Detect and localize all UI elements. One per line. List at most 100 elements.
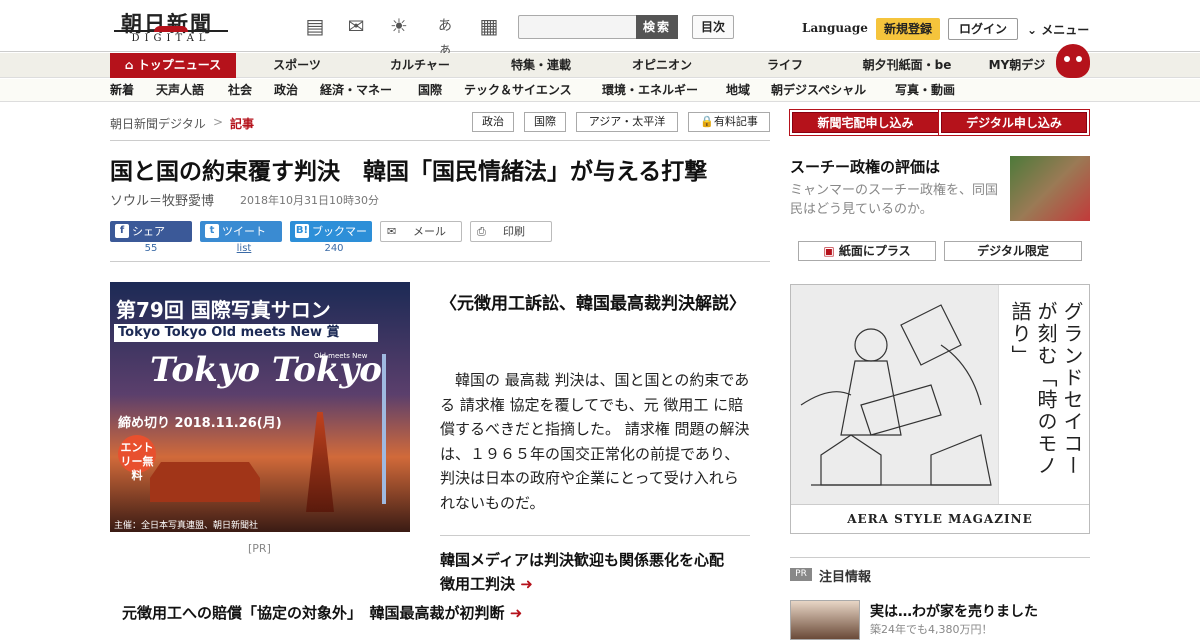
nav-top-news[interactable]: ⌂ トップニュース xyxy=(110,53,236,78)
article-subhead: 〈元徴用工訴訟、韓国最高裁判決解説〉 xyxy=(440,294,746,314)
home-icon: ⌂ xyxy=(124,58,138,72)
breadcrumb-current: 記事 xyxy=(230,117,255,131)
site-header: 朝日新聞 DIGITAL ▤ ✉ ☀ あぁ ▦ 検索 目次 Language 新… xyxy=(0,0,1200,58)
nav2-economy[interactable]: 経済・マネー xyxy=(320,79,392,102)
facebook-share-label: シェア xyxy=(132,225,165,238)
mail-icon: ✉ xyxy=(387,225,397,238)
nav-my-asahi[interactable]: MY朝デジ xyxy=(982,53,1052,78)
ad-vertical-copy: グランドセイコーが刻む「時のモノ語り」 xyxy=(1008,301,1084,477)
hatena-bookmark-button[interactable]: B! ブックマーク xyxy=(290,221,372,259)
twitter-share-label: ツイート xyxy=(222,225,266,238)
menu-button[interactable]: ⌄ メニュー xyxy=(1027,21,1089,38)
nav2-tensei[interactable]: 天声人語 xyxy=(156,79,204,102)
pr-badge: PR xyxy=(790,568,812,581)
login-button[interactable]: ログイン xyxy=(948,18,1018,40)
paper-plus-icon: ▣ xyxy=(823,244,839,258)
breadcrumb-home[interactable]: 朝日新聞デジタル xyxy=(110,115,206,132)
nav2-international[interactable]: 国際 xyxy=(418,79,442,102)
mail-button[interactable]: ✉ メール xyxy=(380,221,462,242)
nav2-society[interactable]: 社会 xyxy=(228,79,252,102)
tag-politics[interactable]: 政治 xyxy=(472,112,514,132)
print-label: 印刷 xyxy=(503,225,525,238)
nav2-new[interactable]: 新着 xyxy=(110,79,134,102)
language-link[interactable]: Language xyxy=(802,21,868,35)
ad-footer: AERA STYLE MAGAZINE xyxy=(791,504,1089,533)
twitter-icon: t xyxy=(205,224,219,238)
ad-subtitle: Tokyo Tokyo Old meets New 賞 xyxy=(114,324,378,342)
nav2-photo[interactable]: 写真・動画 xyxy=(895,79,955,102)
nav-newspaper[interactable]: 朝夕刊紙面・be xyxy=(852,53,962,78)
photo-salon-ad[interactable]: 第79回 国際写真サロン Tokyo Tokyo Old meets New 賞… xyxy=(110,282,410,532)
contents-button[interactable]: 目次 xyxy=(692,15,734,39)
hatena-count: 240 xyxy=(324,243,344,254)
nav2-tech[interactable]: テック＆サイエンス xyxy=(464,79,572,102)
breadcrumb-separator: > xyxy=(213,115,224,129)
digital-only-button[interactable]: デジタル限定 xyxy=(944,241,1082,261)
list-icon[interactable]: ▤ xyxy=(302,14,328,38)
nav-features[interactable]: 特集・連載 xyxy=(498,53,584,78)
article-title: 国と国の約束覆す判決 韓国「国民情緒法」が与える打撃 xyxy=(110,159,708,185)
register-button[interactable]: 新規登録 xyxy=(876,18,940,40)
tag-international[interactable]: 国際 xyxy=(524,112,566,132)
menu-label: メニュー xyxy=(1041,23,1090,37)
divider xyxy=(790,557,1090,558)
related-link-bottom[interactable]: 元徴用工への賠償「協定の対象外」 韓国最高裁が初判断 ➜ xyxy=(122,602,522,623)
article-date: 2018年10月31日10時30分 xyxy=(240,194,379,207)
paper-plus-label: 紙面にプラス xyxy=(838,244,911,258)
hatena-icon: B! xyxy=(295,224,309,238)
grand-seiko-ad[interactable]: グランドセイコーが刻む「時のモノ語り」 AERA STYLE MAGAZINE xyxy=(790,284,1090,534)
temple-shape xyxy=(150,462,260,502)
feature-description[interactable]: ミャンマーのスーチー政権を、同国民はどう見ているのか。 xyxy=(790,181,1002,219)
weather-icon[interactable]: ☀ xyxy=(386,14,412,38)
nav-life[interactable]: ライフ xyxy=(755,53,815,78)
twitter-count[interactable]: list xyxy=(200,243,288,254)
related-link[interactable]: 韓国メディアは判決歓迎も関係悪化を心配 徴用工判決 ➜ xyxy=(440,548,750,596)
tag-paid-label: 有料記事 xyxy=(713,115,758,128)
ad-logo-small: Old meets New xyxy=(314,352,368,360)
ad-illustration xyxy=(791,285,999,504)
digital-subscribe-button[interactable]: デジタル申し込み xyxy=(941,112,1087,133)
related-link-text: 韓国メディアは判決歓迎も関係悪化を心配 徴用工判決 xyxy=(440,551,739,593)
pr-label: [PR] xyxy=(248,542,271,555)
nav-sports[interactable]: スポーツ xyxy=(262,53,332,78)
feature-title[interactable]: スーチー政権の評価は xyxy=(790,156,940,177)
logo-subtext[interactable]: DIGITAL xyxy=(114,26,228,44)
lock-icon: 🔒 xyxy=(700,115,714,128)
nav2-region[interactable]: 地域 xyxy=(726,79,750,102)
divider xyxy=(110,140,770,141)
font-size-icon[interactable]: あぁ xyxy=(432,14,458,58)
nav2-environment[interactable]: 環境・エネルギー xyxy=(602,79,698,102)
ad-sponsor: 主催：全日本写真連盟、朝日新聞社 xyxy=(114,521,259,531)
facebook-count: 55 xyxy=(144,243,158,254)
facebook-icon: f xyxy=(115,224,129,238)
promo-thumbnail[interactable] xyxy=(790,600,860,640)
promo-title[interactable]: 実は…わが家を売りました xyxy=(870,601,1038,621)
search-input[interactable] xyxy=(518,15,638,39)
nav-top-news-label: トップニュース xyxy=(137,58,222,72)
skytree-shape xyxy=(382,354,386,504)
ad-entry-badge: エントリー無料 xyxy=(118,435,156,482)
print-icon: ⎙ xyxy=(477,225,486,238)
nav2-politics[interactable]: 政治 xyxy=(274,79,298,102)
paper-subscribe-button[interactable]: 新聞宅配申し込み xyxy=(792,112,939,133)
facebook-share-button[interactable]: f シェア xyxy=(110,221,192,242)
print-button[interactable]: ⎙ 印刷 xyxy=(470,221,552,242)
nav-culture[interactable]: カルチャー xyxy=(380,53,460,78)
paper-plus-button[interactable]: ▣ 紙面にプラス xyxy=(798,241,936,261)
tag-paid[interactable]: 🔒有料記事 xyxy=(688,112,770,132)
attention-heading: 注目情報 xyxy=(819,570,872,585)
mail-label: メール xyxy=(413,225,446,238)
divider xyxy=(110,261,770,262)
twitter-share-button[interactable]: t ツイート xyxy=(200,221,282,242)
megaphone-icon[interactable]: ✉ xyxy=(343,14,369,38)
ad-deadline: 締め切り 2018.11.26(月) xyxy=(118,416,282,431)
nav-opinion[interactable]: オピニオン xyxy=(622,53,702,78)
nav2-special[interactable]: 朝デジスペシャル xyxy=(771,79,866,102)
secondary-nav: 新着 天声人語 社会 政治 経済・マネー 国際 テック＆サイエンス 環境・エネル… xyxy=(0,79,1200,102)
feature-photo[interactable] xyxy=(1010,156,1090,221)
grid-icon[interactable]: ▦ xyxy=(476,14,502,38)
search-button[interactable]: 検索 xyxy=(636,15,678,39)
mascot-icon[interactable] xyxy=(1056,44,1090,78)
pagoda-shape xyxy=(306,412,334,512)
tag-asia[interactable]: アジア・太平洋 xyxy=(576,112,678,132)
